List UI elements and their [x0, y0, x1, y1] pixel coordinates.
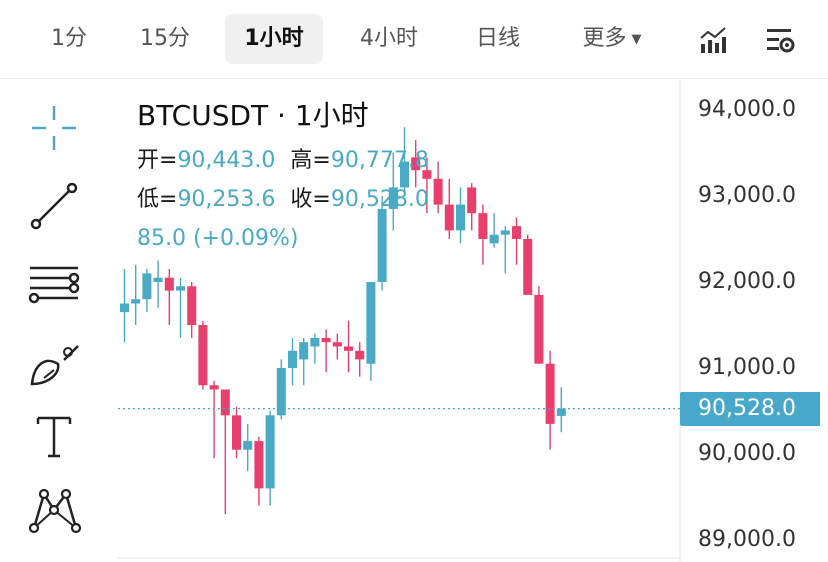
candle-body: [344, 346, 353, 351]
candle-body: [332, 342, 342, 347]
candle-body: [310, 337, 320, 347]
candle: [321, 329, 331, 373]
candle: [153, 260, 163, 308]
candle-body: [299, 342, 309, 360]
low-value: 90,253.6: [177, 187, 276, 212]
candle-body: [489, 234, 499, 244]
candle-body: [433, 178, 443, 205]
candle-body: [153, 277, 163, 282]
candle: [198, 320, 208, 390]
candle: [299, 337, 309, 386]
chart-title: BTCUSDT · 1小时: [137, 99, 369, 132]
candle-body: [187, 286, 197, 325]
candle-body: [467, 187, 477, 214]
ohlc-row-2: 低=90,253.6 收=90,528.0: [137, 183, 429, 216]
candle: [265, 411, 275, 506]
candle: [276, 359, 286, 420]
candle-body: [366, 282, 376, 364]
low-label: 低=: [137, 187, 178, 212]
candle-body: [142, 273, 152, 300]
candle-body: [209, 385, 219, 390]
candle-body: [220, 389, 230, 416]
change-row: 85.0 (+0.09%): [137, 222, 298, 255]
candle-body: [355, 350, 365, 360]
price-axis-tick: 91,000.0: [698, 355, 796, 380]
candle-body: [523, 239, 533, 295]
candle: [489, 213, 499, 248]
candle-body: [534, 294, 544, 364]
candle: [456, 187, 465, 244]
candle: [332, 333, 342, 360]
candle: [131, 264, 141, 325]
candle: [556, 387, 566, 433]
candle: [209, 380, 219, 459]
change-value: 85.0 (+0.09%): [137, 226, 299, 251]
candle-body: [120, 303, 129, 313]
high-value: 90,777.8: [330, 148, 429, 173]
candle-body: [545, 363, 555, 424]
candle: [120, 269, 129, 343]
candle: [355, 342, 365, 377]
candle: [243, 423, 253, 472]
candle-body: [164, 277, 174, 291]
candle: [444, 178, 454, 239]
price-axis-tick: 94,000.0: [698, 97, 796, 122]
candle: [467, 183, 477, 231]
ohlc-row-1: 开=90,443.0 高=90,777.8: [137, 144, 429, 177]
candle-body: [288, 350, 297, 368]
candle: [366, 282, 376, 381]
candle: [512, 217, 521, 265]
candle-body: [198, 325, 208, 386]
candle-body: [265, 415, 275, 489]
candle-body: [321, 337, 331, 343]
candle: [500, 226, 510, 274]
candle-body: [556, 408, 566, 416]
candle: [310, 333, 320, 364]
open-value: 90,443.0: [177, 148, 276, 173]
candle: [478, 204, 488, 265]
price-axis-tick: 93,000.0: [698, 183, 796, 208]
candle-body: [377, 208, 387, 282]
candle: [142, 269, 152, 313]
candle: [232, 406, 241, 459]
candle: [433, 161, 443, 214]
candle-body: [500, 230, 510, 235]
candle-body: [254, 441, 264, 489]
candle-body: [512, 226, 521, 239]
high-label: 高=: [290, 148, 331, 173]
candle: [534, 286, 544, 364]
close-value: 90,528.0: [330, 187, 429, 212]
candle: [288, 337, 297, 386]
price-axis-tick: 89,000.0: [698, 527, 796, 552]
candle: [176, 277, 185, 338]
price-axis-tick: 92,000.0: [698, 269, 796, 294]
candle: [164, 269, 174, 325]
candle-body: [444, 204, 454, 231]
open-label: 开=: [137, 148, 178, 173]
candle: [344, 320, 353, 373]
price-axis-tick: 90,000.0: [698, 441, 796, 466]
candle: [545, 350, 555, 450]
candle-body: [478, 213, 488, 239]
candle-body: [176, 286, 185, 291]
last-price-badge: 90,528.0: [680, 391, 820, 426]
candle-body: [131, 299, 141, 304]
candle-body: [243, 441, 253, 450]
candle-body: [456, 204, 465, 231]
candle: [254, 436, 264, 506]
candle: [523, 234, 533, 295]
candle: [187, 282, 197, 338]
close-label: 收=: [290, 187, 331, 212]
candle-body: [232, 415, 241, 450]
